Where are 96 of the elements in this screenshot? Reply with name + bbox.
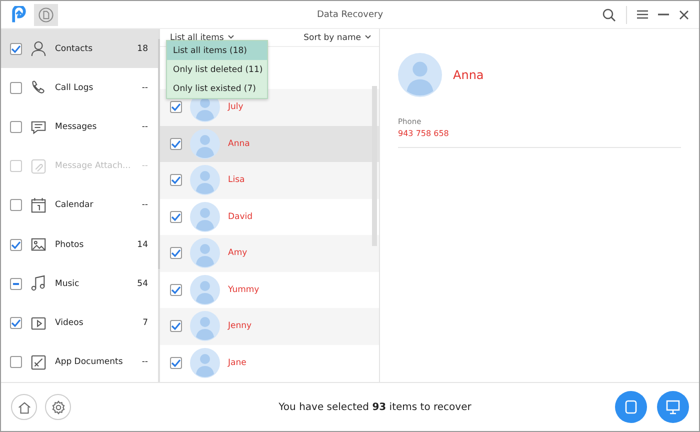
caret-icon	[365, 35, 371, 40]
person-icon	[30, 40, 47, 58]
avatar-icon	[190, 165, 220, 196]
contact-row[interactable]: Yummy	[160, 272, 379, 308]
checkbox[interactable]	[170, 210, 182, 223]
category-item[interactable]: Photos 14	[1, 225, 158, 264]
contact-row[interactable]: David	[160, 198, 379, 235]
checkbox[interactable]	[10, 199, 22, 212]
category-item[interactable]: Messages --	[1, 107, 158, 147]
contact-name: Amy	[228, 248, 248, 258]
avatar-icon	[190, 348, 220, 378]
checkbox[interactable]	[170, 356, 182, 369]
menu-item[interactable]: List all items (18)	[167, 41, 267, 60]
video-icon	[30, 314, 47, 332]
chat-icon	[30, 118, 47, 136]
sort-dropdown[interactable]: Sort by name	[304, 32, 371, 42]
avatar-icon	[190, 274, 220, 305]
calendar-icon	[30, 196, 47, 214]
caret-icon	[228, 35, 234, 40]
contact-row[interactable]: Amy	[160, 235, 379, 272]
contact-name: Anna	[228, 138, 250, 149]
paperclip-icon	[30, 158, 47, 175]
category-item[interactable]: Call Logs --	[1, 68, 158, 108]
item-count: --	[142, 161, 148, 172]
item-count: 14	[137, 240, 148, 250]
item-count: --	[142, 357, 148, 368]
close-icon[interactable]	[679, 10, 689, 20]
music-note-icon	[30, 275, 47, 292]
logo-icon	[10, 6, 28, 24]
checkbox[interactable]	[10, 317, 22, 330]
category-item[interactable]: Contacts 18	[1, 29, 158, 68]
home-button[interactable]	[11, 394, 37, 420]
contact-name: July	[228, 102, 244, 112]
export-button[interactable]	[615, 391, 647, 423]
menu-item[interactable]: Only list deleted (11)	[167, 60, 267, 79]
item-count: --	[142, 200, 148, 210]
home-icon	[16, 400, 32, 414]
category-label: Messages	[55, 122, 98, 132]
checkbox[interactable]	[10, 82, 22, 94]
contact-name: Jenny	[228, 321, 252, 332]
contact-row[interactable]: Lisa	[160, 162, 379, 198]
contact-name: Lisa	[228, 175, 245, 186]
category-label: Contacts	[55, 44, 94, 54]
category-label: Photos	[55, 240, 85, 250]
contact-name: Anna	[453, 68, 484, 82]
settings-button[interactable]	[45, 394, 71, 420]
category-label: Calendar	[55, 200, 94, 210]
category-label: App Documents	[55, 357, 124, 368]
contact-name: Jane	[228, 358, 246, 368]
field-value: 943 758 658	[398, 129, 450, 138]
minimize-icon[interactable]	[658, 13, 669, 16]
avatar-icon	[190, 238, 220, 268]
avatar-icon	[190, 128, 220, 159]
avatar-icon	[190, 311, 220, 342]
checkbox[interactable]	[170, 247, 182, 260]
status-text: You have selected 93 items to recover	[278, 402, 472, 412]
item-count: --	[142, 82, 148, 93]
window-title: Data Recovery	[316, 10, 384, 20]
item-count: --	[142, 122, 148, 132]
contact-name: Yummy	[228, 284, 260, 295]
contact-name: David	[228, 212, 253, 222]
checkbox[interactable]	[10, 238, 22, 251]
category-item[interactable]: Music 54	[1, 264, 158, 304]
item-count: 7	[142, 318, 148, 328]
image-icon	[30, 236, 47, 254]
category-label: Videos	[55, 318, 84, 328]
search-icon[interactable]	[602, 8, 616, 22]
category-label: Message Attach...	[55, 161, 132, 172]
avatar-icon	[190, 202, 220, 232]
checkbox[interactable]	[170, 320, 182, 332]
device-icon	[623, 399, 639, 415]
item-count: 18	[137, 44, 148, 54]
computer-icon	[665, 399, 681, 415]
category-item[interactable]: Videos 7	[1, 304, 158, 343]
contact-row[interactable]: Jenny	[160, 308, 379, 344]
category-item[interactable]: App Documents --	[1, 342, 158, 382]
checkbox[interactable]	[10, 356, 22, 368]
phone-icon	[30, 79, 47, 96]
category-item[interactable]: Calendar --	[1, 186, 158, 226]
checkbox[interactable]	[170, 284, 182, 296]
menu-icon[interactable]	[637, 10, 648, 19]
category-label: Call Logs	[55, 82, 94, 93]
item-count: 54	[137, 278, 148, 289]
checkbox[interactable]	[170, 101, 182, 114]
checkbox[interactable]	[10, 42, 22, 55]
category-label: Music	[55, 278, 80, 289]
history-button[interactable]	[34, 4, 58, 26]
checkbox[interactable]	[170, 138, 182, 150]
checkbox[interactable]	[10, 121, 22, 134]
checkbox[interactable]	[10, 278, 22, 290]
checkbox[interactable]	[170, 174, 182, 186]
settings-icon	[50, 400, 66, 414]
avatar-icon	[398, 53, 442, 97]
filter-dropdown[interactable]: List all items	[170, 32, 234, 42]
contact-row[interactable]: Jane	[160, 344, 379, 381]
recover-button[interactable]	[657, 391, 689, 423]
